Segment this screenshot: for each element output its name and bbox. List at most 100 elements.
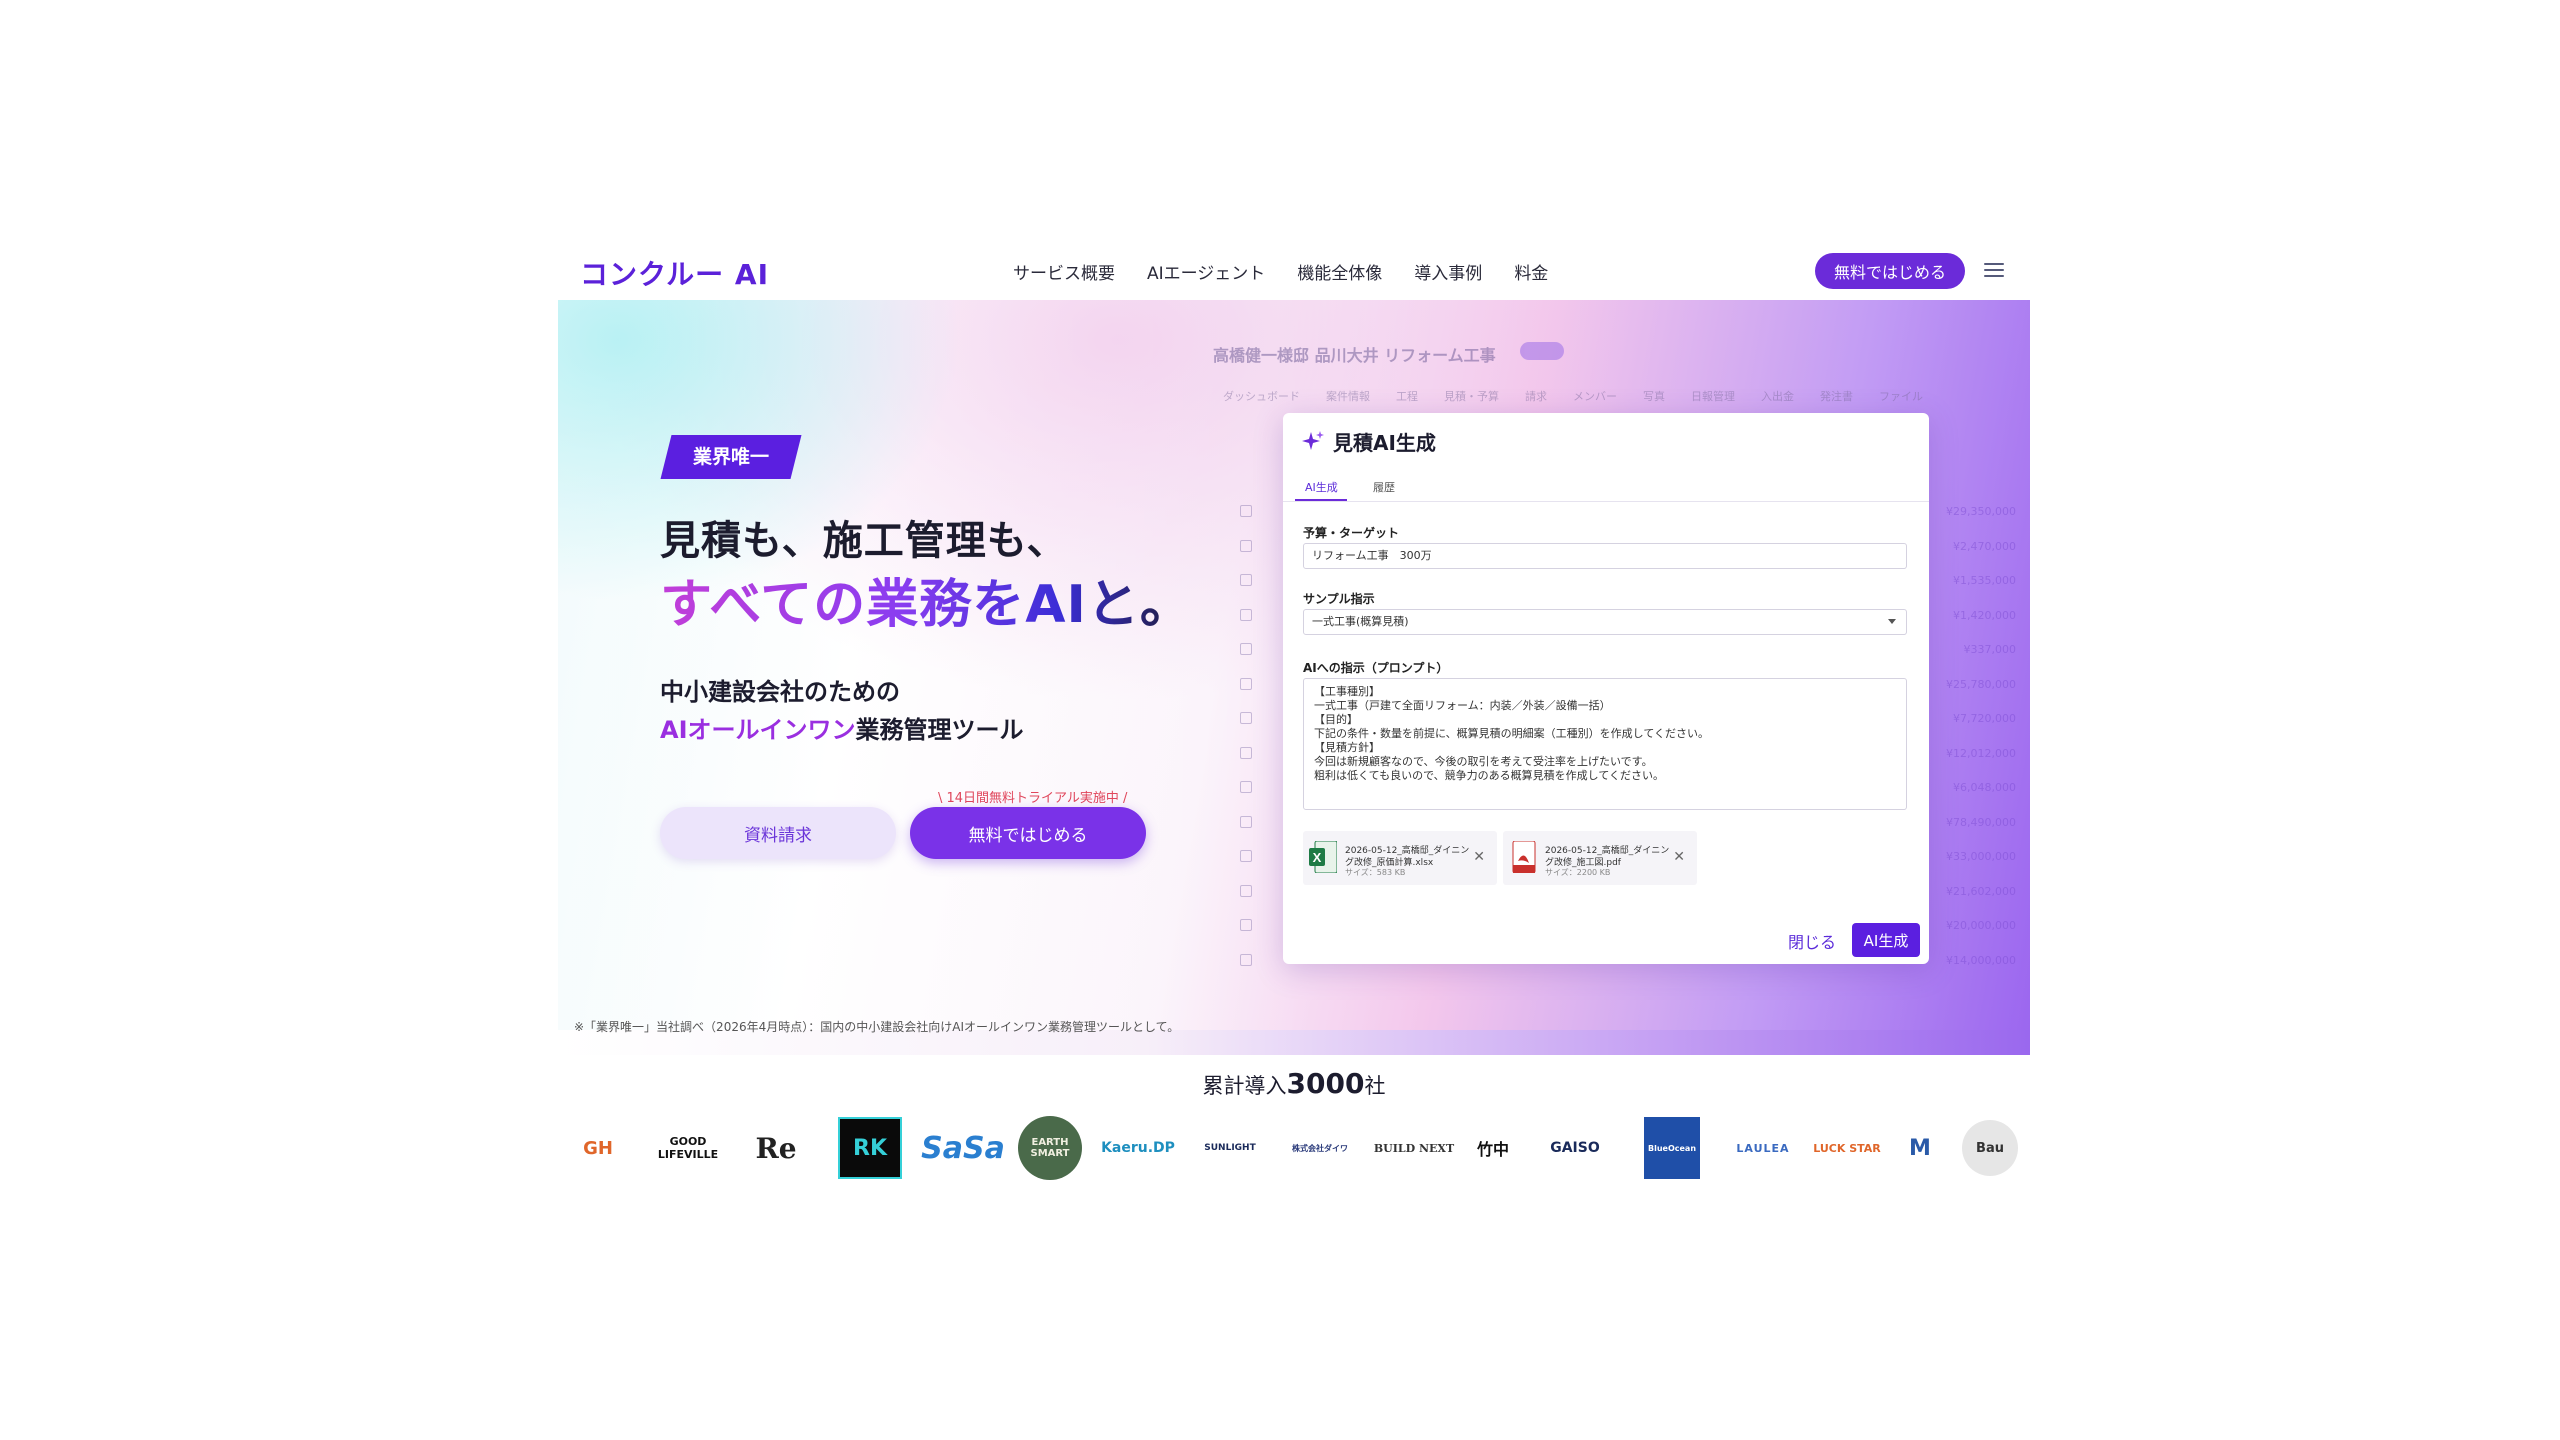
nav-ai-agent[interactable]: AIエージェント xyxy=(1147,259,1265,284)
amount-value: ¥25,780,000 xyxy=(1946,677,2016,691)
client-logo: EARTH SMART xyxy=(1018,1116,1082,1180)
amount-value: ¥78,490,000 xyxy=(1946,815,2016,829)
client-logo: Re xyxy=(755,1131,797,1165)
client-logo: GOOD LIFEVILLE xyxy=(657,1135,719,1161)
client-logo: SaSa xyxy=(921,1130,1005,1166)
nav-features[interactable]: 機能全体像 xyxy=(1297,259,1382,284)
tab-dashboard: ダッシュボード xyxy=(1223,390,1300,403)
row-checkbox xyxy=(1240,746,1252,759)
tab-files: ファイル xyxy=(1879,390,1923,403)
row-checkbox xyxy=(1240,539,1252,552)
sample-label: サンプル指示 xyxy=(1303,592,1375,606)
tab-project-info: 案件情報 xyxy=(1326,390,1370,403)
row-checkbox xyxy=(1240,574,1252,586)
row-checkbox xyxy=(1240,643,1252,655)
row-checkbox xyxy=(1240,815,1252,828)
subheadline-line1: 中小建設会社のための xyxy=(660,678,900,706)
client-logo: Bau xyxy=(1962,1120,2018,1176)
tab-estimate: 見積・予算 xyxy=(1444,390,1499,403)
row-checkbox xyxy=(1240,884,1252,897)
header-free-start-button[interactable]: 無料ではじめる xyxy=(1815,253,1965,289)
hero-free-start-button[interactable]: 無料ではじめる xyxy=(910,807,1146,859)
amount-value: ¥2,470,000 xyxy=(1953,539,2016,553)
excel-file-icon: X xyxy=(1309,841,1337,873)
amount-value: ¥337,000 xyxy=(1963,643,2017,656)
tab-invoice: 請求 xyxy=(1525,390,1547,403)
tab-payments: 入出金 xyxy=(1761,390,1794,403)
budget-label: 予算・ターゲット xyxy=(1303,526,1400,540)
tab-daily-report: 日報管理 xyxy=(1691,390,1735,403)
clients-heading: 累計導入3000社 xyxy=(1202,1067,1386,1100)
client-logo: GAISO xyxy=(1550,1140,1600,1156)
headline-line2: すべての業務をAIと。 xyxy=(660,562,1193,637)
nav-service[interactable]: サービス概要 xyxy=(1013,259,1115,284)
ai-generate-button[interactable]: AI生成 xyxy=(1852,923,1920,957)
industry-unique-badge: 業界唯一 xyxy=(660,435,802,479)
remove-file-icon[interactable]: ✕ xyxy=(1673,849,1685,865)
client-logo: BlueOcean xyxy=(1644,1117,1700,1179)
row-checkbox xyxy=(1240,608,1252,621)
main-nav: サービス概要 AIエージェント 機能全体像 導入事例 料金 xyxy=(1013,259,1548,284)
row-checkbox xyxy=(1240,953,1252,966)
tab-photos: 写真 xyxy=(1643,390,1665,403)
amount-value: ¥14,000,000 xyxy=(1946,953,2016,967)
row-checkbox xyxy=(1240,781,1252,793)
close-button[interactable]: 閉じる xyxy=(1788,929,1836,953)
project-title: 高橋健一様邸 品川大井 リフォーム工事 xyxy=(1213,346,1496,365)
chevron-down-icon xyxy=(1888,619,1896,624)
row-checkbox xyxy=(1240,919,1252,931)
attached-file[interactable]: X 2026-05-12_高橋邸_ダイニン グ改修_原価計算.xlsx サイズ：… xyxy=(1303,831,1497,885)
remove-file-icon[interactable]: ✕ xyxy=(1473,849,1485,865)
client-logo: 竹中 xyxy=(1476,1140,1509,1159)
sample-select[interactable]: 一式工事(概算見積) xyxy=(1303,609,1907,635)
modal-title: 見積AI生成 xyxy=(1301,427,1436,456)
attached-file[interactable]: 2026-05-12_高橋邸_ダイニン グ改修_施工図.pdf サイズ：2200… xyxy=(1503,831,1697,885)
amount-value: ¥21,602,000 xyxy=(1946,884,2016,898)
brand-logo[interactable]: コンクルー AI xyxy=(580,253,769,293)
page-frame: コンクルー AI サービス概要 AIエージェント 機能全体像 導入事例 料金 無… xyxy=(558,245,2030,1195)
prompt-label: AIへの指示（プロンプト） xyxy=(1303,661,1449,675)
amount-value: ¥7,720,000 xyxy=(1953,712,2016,725)
amount-value: ¥12,012,000 xyxy=(1946,746,2016,760)
estimate-ai-modal: 見積AI生成 AI生成 履歴 予算・ターゲット リフォーム工事 300万 サンプ… xyxy=(1283,413,1929,964)
amount-value: ¥1,535,000 xyxy=(1953,574,2016,587)
headline-line1: 見積も、施工管理も、 xyxy=(660,518,1068,564)
pdf-file-icon xyxy=(1512,841,1536,873)
client-logo: RK xyxy=(838,1117,902,1179)
amount-value: ¥33,000,000 xyxy=(1946,850,2016,863)
request-document-button[interactable]: 資料請求 xyxy=(660,807,896,859)
client-logo: 株式会社ダイワ xyxy=(1292,1143,1348,1153)
row-checkbox xyxy=(1240,677,1252,690)
footnote: ※「業界唯一」当社調べ（2026年4月時点）：国内の中小建設会社向けAIオールイ… xyxy=(574,1020,1180,1034)
nav-cases[interactable]: 導入事例 xyxy=(1414,259,1482,284)
site-header: コンクルー AI サービス概要 AIエージェント 機能全体像 導入事例 料金 無… xyxy=(558,245,2030,299)
tab-history[interactable]: 履歴 xyxy=(1373,479,1395,495)
tab-ai-generate[interactable]: AI生成 xyxy=(1305,479,1338,495)
prompt-textarea[interactable]: 【工事種別】 一式工事（戸建て全面リフォーム：内装／外装／設備一括） 【目的】 … xyxy=(1303,678,1907,810)
client-logo: GH xyxy=(583,1137,613,1159)
amount-value: ¥20,000,000 xyxy=(1946,919,2016,932)
trial-note: \ 14日間無料トライアル実施中 / xyxy=(938,791,1128,806)
subheadline-line2: AIオールインワン業務管理ツール xyxy=(660,716,1024,744)
hamburger-menu-icon[interactable] xyxy=(1984,263,2004,279)
modal-tabs: AI生成 履歴 xyxy=(1283,471,1929,502)
status-badge xyxy=(1520,342,1564,360)
nav-pricing[interactable]: 料金 xyxy=(1514,259,1548,284)
tab-orders: 発注書 xyxy=(1820,390,1853,403)
client-logo: LUCK STAR xyxy=(1813,1141,1881,1155)
client-logo: SUNLIGHT xyxy=(1204,1143,1256,1153)
amount-value: ¥29,350,000 xyxy=(1946,505,2016,518)
client-logo: M xyxy=(1909,1135,1931,1161)
row-checkbox xyxy=(1240,850,1252,862)
svg-text:X: X xyxy=(1313,850,1322,865)
row-checkbox xyxy=(1240,712,1252,724)
tab-schedule: 工程 xyxy=(1396,390,1418,403)
tab-members: メンバー xyxy=(1573,390,1617,403)
client-logo: BUILD NEXT xyxy=(1373,1141,1455,1155)
row-checkbox xyxy=(1240,505,1252,517)
amount-value: ¥1,420,000 xyxy=(1953,608,2016,622)
amount-value: ¥6,048,000 xyxy=(1953,781,2016,794)
client-logo: Kaeru.DP xyxy=(1101,1140,1175,1156)
project-tabs: ダッシュボード 案件情報 工程 見積・予算 請求 メンバー 写真 日報管理 入出… xyxy=(1223,388,1923,404)
budget-input[interactable]: リフォーム工事 300万 xyxy=(1303,543,1907,569)
